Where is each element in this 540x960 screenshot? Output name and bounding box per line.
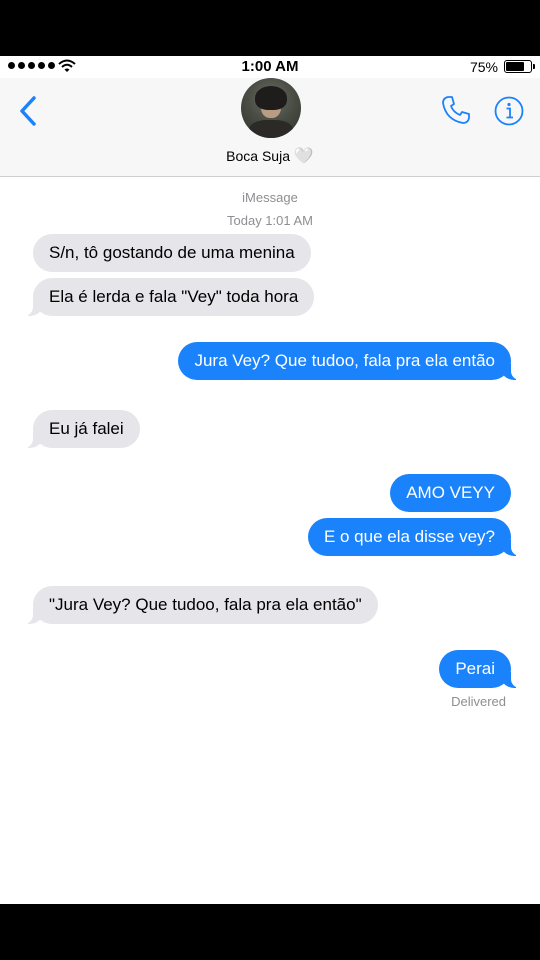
service-label: iMessage [242,190,298,205]
contact-avatar[interactable] [241,78,301,138]
message-bubble-outgoing[interactable]: Jura Vey? Que tudoo, fala pra ela então [178,342,521,380]
phone-call-icon[interactable] [440,94,472,126]
message-bubble-incoming[interactable]: S/n, tô gostando de uma menina [33,234,311,272]
message-bubble-incoming[interactable]: Ela é lerda e fala "Vey" toda hora [22,278,315,316]
message-bubble-outgoing[interactable]: E o que ela disse vey? [307,518,522,556]
info-icon[interactable] [494,96,524,126]
white-heart-emoji: 🤍 [293,148,314,165]
conversation-header: Boca Suja 🤍 [0,78,540,177]
back-chevron-icon[interactable] [16,94,40,128]
delivery-status: Delivered [451,694,506,709]
status-bar: 1:00 AM 75% [0,56,540,78]
message-bubble-incoming[interactable]: Eu já falei [23,410,140,448]
contact-name[interactable]: Boca Suja 🤍 [0,146,540,166]
battery-icon [504,60,535,73]
status-time: 1:00 AM [241,58,299,75]
message-bubble-outgoing[interactable]: AMO VEYY [390,474,511,512]
message-bubble-incoming[interactable]: "Jura Vey? Que tudoo, fala pra ela então… [23,586,378,624]
thread-timestamp: Today 1:01 AM [227,213,313,228]
battery-percentage: 75% [469,59,498,75]
message-bubble-outgoing[interactable]: Perai [439,650,521,688]
phone-screen: 1:00 AM 75% Boca Suja 🤍 iMessage Today 1… [0,56,540,904]
